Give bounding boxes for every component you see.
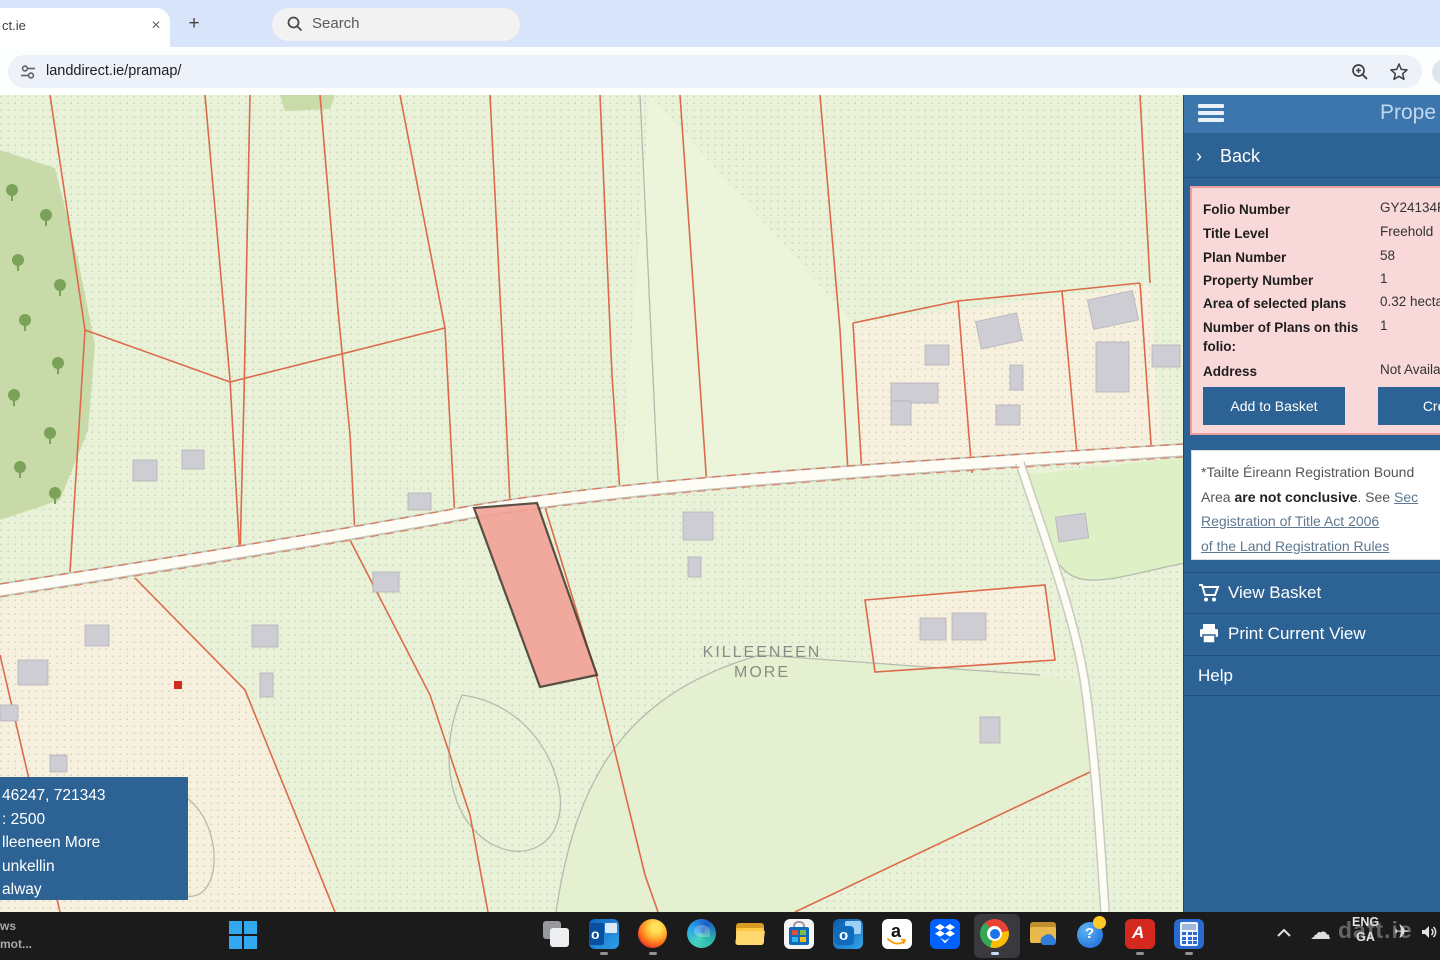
detail-label: Property Number (1203, 271, 1371, 290)
onedrive-folder-icon[interactable] (1028, 919, 1058, 949)
detail-value: 0.32 hecta (1380, 294, 1440, 309)
sidebar-header: Prope (1184, 95, 1440, 133)
tab-title: ct.ie (2, 18, 26, 33)
zoom-in-icon[interactable] (1349, 61, 1371, 83)
chevron-right-icon: › (1196, 146, 1202, 167)
cart-icon (1198, 583, 1220, 603)
profile-avatar[interactable] (1432, 59, 1440, 85)
detail-label: Number of Plans on this folio: (1203, 318, 1371, 356)
firefox-icon[interactable] (638, 919, 668, 949)
sidebar-title: Prope (1380, 101, 1436, 125)
disclaimer-line2: Area (1201, 489, 1234, 505)
tab-close-icon[interactable]: × (146, 16, 166, 36)
browser-toolbar: landdirect.ie/pramap/ (0, 47, 1440, 95)
info-line-townland: lleeneen More (2, 831, 182, 855)
registration-rules-link[interactable]: of the Land Registration Rules (1201, 538, 1389, 554)
get-help-icon[interactable]: ? (1077, 919, 1107, 949)
onedrive-cloud-icon[interactable]: ☁ (1310, 920, 1331, 945)
svg-text:KILLEENEEN: KILLEENEEN (703, 644, 822, 661)
url-bar[interactable]: landdirect.ie/pramap/ (8, 55, 1422, 88)
property-details-panel: Folio Number GY24134F Title Level Freeho… (1190, 186, 1440, 435)
daft-watermark: daft.ie (1338, 917, 1413, 944)
view-basket-button[interactable]: View Basket (1184, 572, 1440, 613)
taskbar-widget-text[interactable]: ws mot... (0, 917, 32, 953)
info-line-coords: 46247, 721343 (2, 784, 182, 808)
registration-disclaimer: *Tailte Éireann Registration Bound Area … (1191, 450, 1440, 560)
detail-label: Address (1203, 362, 1371, 381)
task-view-icon[interactable] (541, 919, 571, 949)
outlook-new-icon[interactable]: o (833, 919, 863, 949)
outlook-classic-icon[interactable]: o (589, 919, 619, 949)
file-explorer-icon[interactable] (735, 919, 765, 949)
detail-label: Area of selected plans (1203, 294, 1371, 313)
site-settings-icon[interactable] (18, 62, 38, 82)
search-icon (286, 15, 304, 33)
acrobat-icon[interactable]: A (1125, 919, 1155, 949)
act-link[interactable]: Sec (1394, 489, 1418, 505)
svg-text:MORE: MORE (734, 664, 790, 681)
taskbar-search-box[interactable]: Search (272, 8, 520, 41)
detail-value: Not Availa (1380, 362, 1440, 377)
title-act-link[interactable]: Registration of Title Act 2006 (1201, 513, 1379, 529)
tray-chevron-up-icon[interactable] (1276, 928, 1292, 938)
url-text[interactable]: landdirect.ie/pramap/ (46, 63, 181, 79)
detail-label: Plan Number (1203, 248, 1371, 267)
info-line-barony: unkellin (2, 855, 182, 879)
map-info-box: 46247, 721343 : 2500 lleeneen More unkel… (0, 777, 188, 900)
detail-value: 58 (1380, 248, 1395, 263)
menu-hamburger-icon[interactable] (1198, 104, 1224, 124)
search-placeholder: Search (312, 15, 360, 32)
info-line-scale: : 2500 (2, 808, 182, 832)
detail-value: GY24134F (1380, 200, 1440, 215)
dropbox-icon[interactable] (930, 919, 960, 949)
create-button[interactable]: Crea (1378, 387, 1440, 425)
browser-tab[interactable]: ct.ie × (0, 8, 170, 47)
microsoft-store-icon[interactable] (784, 919, 814, 949)
detail-value: 1 (1380, 318, 1388, 333)
back-button[interactable]: › Back (1184, 138, 1440, 178)
windows-taskbar: ws mot... (0, 912, 1440, 960)
new-tab-button[interactable]: + (182, 12, 206, 36)
detail-value: 1 (1380, 271, 1388, 286)
calculator-icon[interactable] (1174, 919, 1204, 949)
browser-tab-strip: ct.ie × + (0, 0, 1440, 47)
info-line-county: alway (2, 878, 182, 902)
property-sidebar: Prope › Back Folio Number GY24134F Title… (1183, 95, 1440, 912)
amazon-icon[interactable]: a (882, 919, 912, 949)
chrome-icon[interactable] (980, 919, 1010, 949)
map-red-marker (174, 681, 182, 689)
printer-icon (1198, 624, 1220, 644)
edge-icon[interactable] (687, 919, 717, 949)
bookmark-star-icon[interactable] (1388, 61, 1410, 83)
add-to-basket-button[interactable]: Add to Basket (1203, 387, 1345, 425)
volume-icon[interactable] (1420, 924, 1440, 940)
print-current-view-button[interactable]: Print Current View (1184, 613, 1440, 654)
detail-label: Folio Number (1203, 200, 1371, 219)
detail-label: Title Level (1203, 224, 1371, 243)
detail-value: Freehold (1380, 224, 1433, 239)
disclaimer-line1: *Tailte Éireann Registration Bound (1201, 464, 1414, 480)
help-button[interactable]: Help (1184, 655, 1440, 696)
start-button[interactable] (229, 919, 259, 949)
